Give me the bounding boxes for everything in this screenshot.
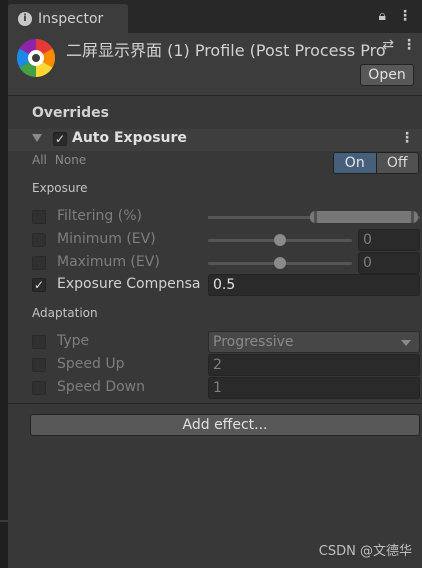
off-button[interactable]: Off — [376, 153, 418, 173]
effects-divider — [8, 403, 422, 404]
minimum-value-field[interactable]: 0 — [358, 229, 420, 251]
type-label: Type — [57, 333, 90, 349]
maximum-override-checkbox[interactable] — [32, 256, 46, 270]
tab-inspector[interactable]: i Inspector — [8, 4, 128, 33]
minimum-slider-thumb[interactable] — [274, 234, 286, 246]
dropdown-arrow-icon — [401, 340, 411, 346]
override-toggles: All None — [32, 153, 86, 167]
speed-up-override-checkbox[interactable] — [32, 358, 46, 372]
effect-menu-icon[interactable]: ⋮ — [400, 130, 414, 146]
add-effect-button[interactable]: Add effect... — [30, 414, 420, 436]
minimum-row: Minimum (EV) 0 — [32, 229, 420, 251]
minimum-override-checkbox[interactable] — [32, 233, 46, 247]
filtering-label: Filtering (%) — [57, 208, 142, 224]
open-button[interactable]: Open — [360, 64, 414, 86]
minimum-label: Minimum (EV) — [57, 231, 156, 247]
effect-enabled-checkbox[interactable]: ✓ — [53, 132, 67, 146]
adaptation-section-label: Adaptation — [32, 306, 98, 320]
header-icons: ⇄ ⋮ — [382, 37, 416, 53]
type-override-checkbox[interactable] — [32, 335, 46, 349]
filtering-range-slider[interactable] — [310, 211, 418, 223]
effect-header[interactable] — [8, 129, 422, 151]
maximum-label: Maximum (EV) — [57, 254, 160, 270]
all-link[interactable]: All — [32, 153, 47, 167]
lock-icon[interactable]: 🔒︎ — [379, 8, 386, 24]
speed-up-row: Speed Up 2 — [32, 354, 420, 376]
speed-up-label: Speed Up — [57, 356, 125, 372]
filtering-row: Filtering (%) — [32, 206, 420, 228]
foldout-arrow-icon[interactable] — [32, 134, 42, 142]
inspector-panel: 二屏显示界面 (1) Profile (Post Process Pro ⇄ ⋮… — [8, 33, 422, 568]
type-row: Type Progressive — [32, 331, 420, 353]
speed-down-override-checkbox[interactable] — [32, 381, 46, 395]
asset-title: 二屏显示界面 (1) Profile (Post Process Pro — [66, 41, 386, 60]
info-icon: i — [18, 11, 32, 26]
exposure-section-label: Exposure — [32, 181, 88, 195]
preset-icon[interactable]: ⇄ — [382, 37, 394, 53]
tab-actions: 🔒︎ ⋮ — [379, 8, 412, 24]
header-menu-icon[interactable]: ⋮ — [402, 37, 416, 53]
exposure-compensation-row: ✓ Exposure Compensa 0.5 — [32, 274, 420, 296]
on-off-toggle: On Off — [333, 152, 419, 174]
tab-bar: i Inspector 🔒︎ ⋮ — [8, 0, 422, 33]
maximum-slider-thumb[interactable] — [274, 257, 286, 269]
type-dropdown[interactable]: Progressive — [208, 331, 420, 353]
speed-down-row: Speed Down 1 — [32, 377, 420, 399]
speed-down-field[interactable]: 1 — [208, 377, 420, 399]
tab-title: Inspector — [38, 10, 104, 27]
header-divider — [8, 95, 422, 96]
none-link[interactable]: None — [55, 153, 86, 167]
post-process-profile-icon — [16, 38, 56, 78]
maximum-row: Maximum (EV) 0 — [32, 252, 420, 274]
type-dropdown-value: Progressive — [213, 334, 294, 350]
overrides-heading: Overrides — [32, 105, 109, 121]
filtering-override-checkbox[interactable] — [32, 210, 46, 224]
asset-header: 二屏显示界面 (1) Profile (Post Process Pro ⇄ ⋮… — [8, 33, 422, 95]
speed-up-field[interactable]: 2 — [208, 354, 420, 376]
maximum-value-field[interactable]: 0 — [358, 252, 420, 274]
exposure-compensation-field[interactable]: 0.5 — [208, 274, 420, 296]
more-options-icon[interactable]: ⋮ — [398, 8, 412, 24]
left-dock-strip — [0, 0, 8, 568]
speed-down-label: Speed Down — [57, 379, 146, 395]
effect-name: Auto Exposure — [72, 130, 187, 146]
on-button[interactable]: On — [334, 153, 377, 173]
exposure-compensation-label: Exposure Compensa — [57, 276, 201, 292]
watermark: CSDN @文德华 — [318, 544, 412, 559]
exposure-compensation-override-checkbox[interactable]: ✓ — [32, 278, 46, 292]
